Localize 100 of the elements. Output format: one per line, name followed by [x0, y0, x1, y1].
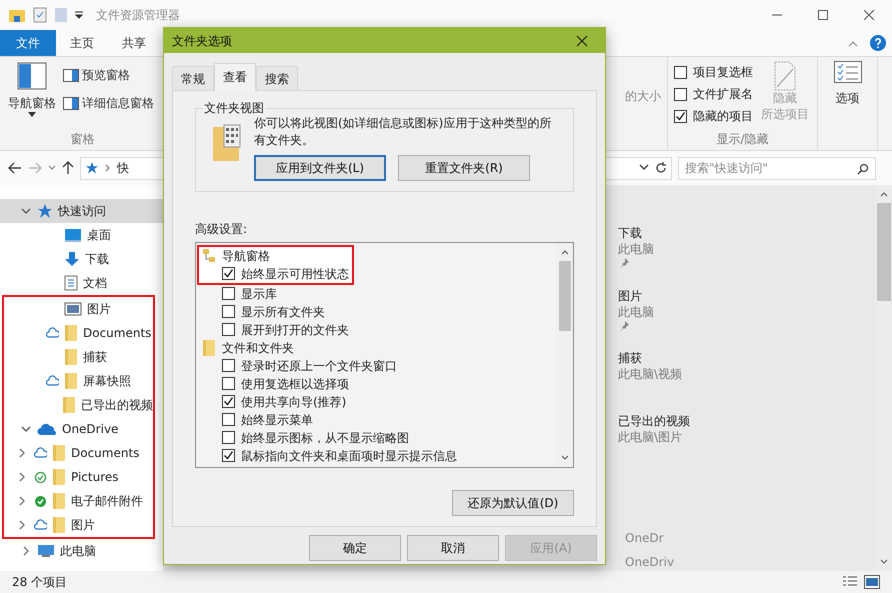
navigation-pane-button[interactable]: 导航窗格	[6, 61, 58, 117]
item-location: 此电脑	[618, 304, 655, 320]
dialog-button[interactable]: 确定	[309, 535, 401, 561]
folder-icon	[52, 492, 66, 510]
tab[interactable]: 搜索	[256, 66, 298, 90]
nav-item[interactable]: 此电脑	[0, 539, 163, 563]
checkbox-label: 显示所有文件夹	[241, 304, 325, 321]
pin-icon	[618, 257, 630, 270]
checkbox[interactable]	[222, 359, 235, 372]
cloud-outline-icon	[46, 326, 58, 340]
folder-icon	[202, 338, 216, 357]
cloud-icon	[37, 422, 57, 436]
folder-icon	[52, 468, 66, 486]
nav-item[interactable]: Pictures	[4, 465, 153, 489]
back-arrow-icon[interactable]	[8, 162, 22, 174]
chevron-right-icon[interactable]	[17, 448, 27, 458]
picture-icon	[64, 302, 82, 316]
checkbox[interactable]	[222, 323, 235, 336]
checkbox[interactable]	[222, 413, 235, 426]
item-name[interactable]: 图片	[618, 288, 875, 304]
tab[interactable]: 常规	[172, 66, 214, 90]
options-list-icon	[834, 61, 862, 83]
chevron-down-icon[interactable]	[48, 165, 56, 171]
folder-view-button[interactable]: 应用到文件夹(L)	[254, 154, 386, 181]
folder-icon	[8, 7, 26, 23]
pane-toggle-button[interactable]: 详细信息窗格	[61, 92, 156, 114]
properties-icon[interactable]	[32, 7, 48, 23]
pin-icon	[618, 320, 630, 332]
checkbox-label: 项目复选框	[693, 64, 753, 81]
restore-defaults-button[interactable]: 还原为默认值(D)	[452, 490, 574, 516]
folder-tree-icon	[202, 248, 216, 264]
checkbox[interactable]	[222, 305, 235, 318]
checkbox-label: 始终显示可用性状态	[241, 266, 349, 283]
thumbnail-view-icon[interactable]	[864, 575, 880, 589]
scroll-up-icon[interactable]	[560, 248, 568, 255]
search-icon[interactable]	[857, 162, 869, 174]
chevron-right-icon[interactable]	[21, 546, 31, 556]
scroll-thumb[interactable]	[558, 260, 570, 331]
search-field[interactable]: 搜索"快速访问"	[678, 156, 876, 180]
ribbon-tab[interactable]: 共享	[108, 30, 160, 56]
checkbox[interactable]	[222, 267, 235, 280]
checkbox[interactable]	[674, 66, 687, 78]
star-icon	[37, 203, 53, 219]
item-name[interactable]: 已导出的视频	[618, 412, 875, 429]
nav-item[interactable]: 桌面	[0, 223, 163, 247]
checkbox[interactable]	[222, 431, 235, 444]
dropdown-icon[interactable]	[74, 10, 84, 20]
chevron-up-icon[interactable]	[848, 39, 858, 47]
help-icon[interactable]	[870, 35, 886, 51]
cloud-outline-icon	[34, 446, 46, 460]
checkbox[interactable]	[222, 287, 235, 300]
item-name[interactable]: 下载	[618, 225, 875, 242]
scroll-thumb[interactable]	[876, 203, 890, 301]
chevron-down-icon[interactable]	[21, 206, 31, 216]
chevron-down-icon[interactable]	[639, 164, 649, 172]
cloud-outline-icon	[34, 518, 46, 532]
nav-item[interactable]: 电子邮件附件	[4, 489, 153, 513]
chevron-down-icon[interactable]	[21, 424, 31, 434]
nav-item[interactable]: 文档	[0, 271, 163, 295]
nav-item[interactable]: Documents	[4, 321, 153, 345]
checkbox[interactable]	[222, 449, 235, 462]
file-menu-tab[interactable]: 文件	[0, 30, 56, 56]
dialog-button[interactable]: 取消	[407, 535, 499, 561]
tab[interactable]: 查看	[214, 63, 256, 91]
item-location: 此电脑	[618, 241, 655, 258]
checkbox-label: 隐藏的项目	[693, 108, 753, 125]
folder-icon	[52, 516, 66, 534]
checkbox[interactable]	[674, 110, 687, 122]
ribbon-tab[interactable]: 主页	[56, 30, 108, 56]
up-arrow-icon[interactable]	[62, 161, 74, 175]
group-label: 显示/隐藏	[715, 131, 770, 148]
scroll-down-icon[interactable]	[880, 559, 888, 565]
scroll-up-icon[interactable]	[880, 191, 888, 197]
chevron-right-icon[interactable]	[17, 472, 27, 482]
checkbox[interactable]	[222, 395, 235, 408]
options-button[interactable]: 选项	[824, 61, 871, 107]
item-name[interactable]: 捕获	[618, 350, 875, 366]
checkbox[interactable]	[674, 88, 687, 100]
nav-item[interactable]: 捕获	[4, 345, 153, 369]
pane-toggle-button[interactable]: 预览窗格	[61, 64, 156, 86]
nav-item[interactable]: Documents	[4, 441, 153, 465]
nav-item[interactable]: 图片	[4, 513, 153, 537]
nav-item[interactable]: 下载	[0, 247, 163, 271]
folder-view-button[interactable]: 重置文件夹(R)	[398, 154, 530, 181]
chevron-right-icon[interactable]	[17, 520, 27, 530]
caret-icon	[28, 112, 36, 117]
checkbox-label: 使用共享向导(推荐)	[241, 394, 346, 411]
nav-item[interactable]: 已导出的视频	[4, 393, 153, 417]
scroll-down-icon[interactable]	[560, 454, 568, 461]
nav-item[interactable]: 屏幕快照	[4, 369, 153, 393]
cloud-outline-icon	[46, 374, 58, 388]
refresh-icon[interactable]	[655, 162, 667, 174]
nav-item[interactable]: 快速访问	[0, 199, 163, 223]
chevron-right-icon[interactable]	[17, 496, 27, 506]
checkbox[interactable]	[222, 377, 235, 390]
nav-item[interactable]: 图片	[4, 297, 153, 321]
window-title: 文件资源管理器	[96, 7, 180, 24]
nav-item[interactable]: OneDrive	[4, 417, 153, 441]
list-cell-text: OneDriv	[625, 554, 676, 571]
list-cell-text: OneDr	[625, 530, 665, 547]
